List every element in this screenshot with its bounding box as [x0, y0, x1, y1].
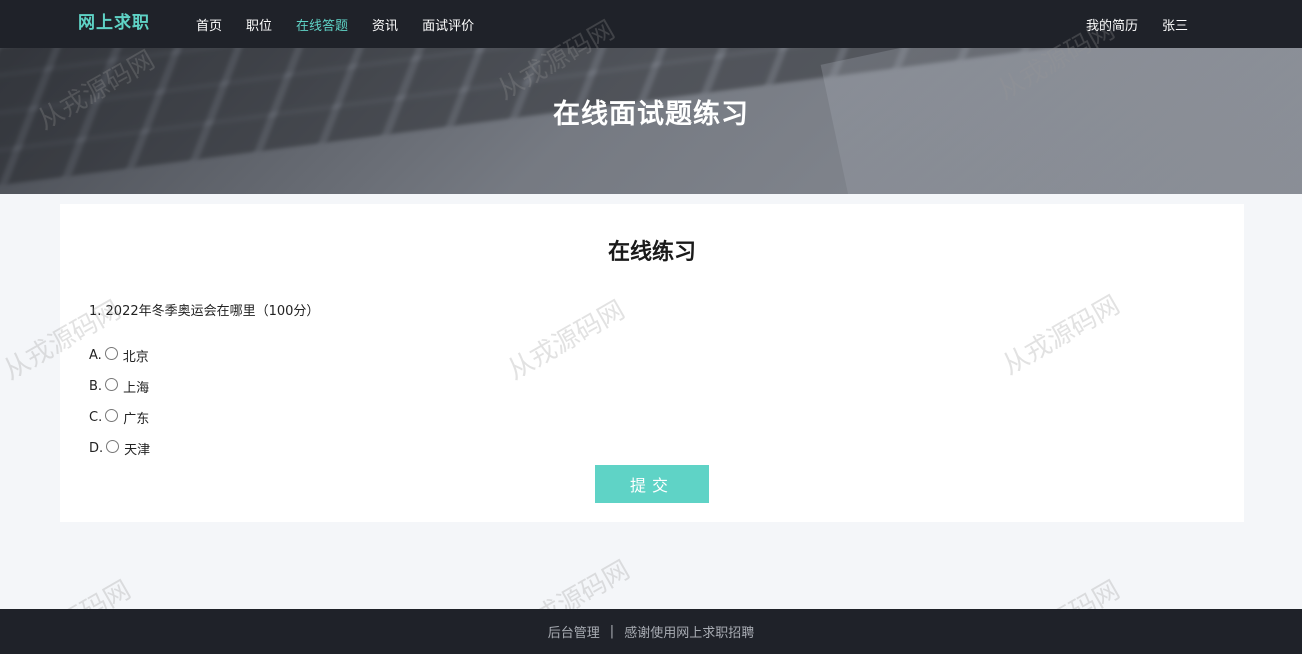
question-text: 1. 2022年冬季奥运会在哪里（100分）: [89, 304, 320, 319]
option-b[interactable]: B. 上海: [89, 371, 150, 402]
banner-title: 在线面试题练习: [553, 99, 749, 130]
option-letter: D.: [89, 441, 104, 456]
top-navbar: 网上求职 首页 职位 在线答题 资讯 面试评价 我的简历 张三: [0, 0, 1302, 48]
option-letter: C.: [89, 410, 103, 425]
option-c[interactable]: C. 广东: [89, 402, 150, 433]
admin-link[interactable]: 后台管理: [548, 622, 600, 641]
hero-banner: 在线面试题练习: [0, 48, 1302, 194]
user-menu: 我的简历 张三: [1062, 0, 1188, 48]
option-a[interactable]: A. 北京: [89, 340, 150, 371]
brand-logo[interactable]: 网上求职: [78, 0, 150, 48]
answer-options: A. 北京 B. 上海 C. 广东 D. 天津: [89, 340, 150, 464]
username-link[interactable]: 张三: [1162, 15, 1188, 34]
radio-button[interactable]: [105, 378, 119, 391]
option-label: 天津: [124, 443, 151, 458]
practice-title: 在线练习: [607, 240, 696, 265]
footer-thanks-text: 感谢使用网上求职招聘: [624, 626, 755, 641]
nav-item-online-quiz[interactable]: 在线答题: [296, 15, 348, 34]
option-label: 北京: [122, 350, 149, 365]
footer-separator: |: [609, 624, 615, 639]
submit-button[interactable]: 提交: [595, 465, 709, 503]
footer: 后台管理 | 感谢使用网上求职招聘: [0, 609, 1302, 654]
option-label: 广东: [123, 412, 150, 427]
option-letter: B.: [89, 379, 103, 394]
option-label: 上海: [123, 381, 150, 396]
radio-button[interactable]: [106, 440, 120, 453]
nav-item-news[interactable]: 资讯: [372, 15, 398, 34]
nav-item-home[interactable]: 首页: [196, 15, 222, 34]
practice-card: 在线练习 1. 2022年冬季奥运会在哪里（100分） A. 北京 B. 上海 …: [60, 204, 1244, 522]
nav-item-interview-reviews[interactable]: 面试评价: [422, 15, 474, 34]
radio-button[interactable]: [105, 409, 119, 422]
radio-button[interactable]: [104, 347, 118, 360]
nav-item-jobs[interactable]: 职位: [246, 15, 272, 34]
option-letter: A.: [89, 348, 102, 363]
my-resume-link[interactable]: 我的简历: [1086, 15, 1138, 34]
option-d[interactable]: D. 天津: [89, 433, 150, 464]
main-menu: 首页 职位 在线答题 资讯 面试评价: [196, 0, 498, 48]
